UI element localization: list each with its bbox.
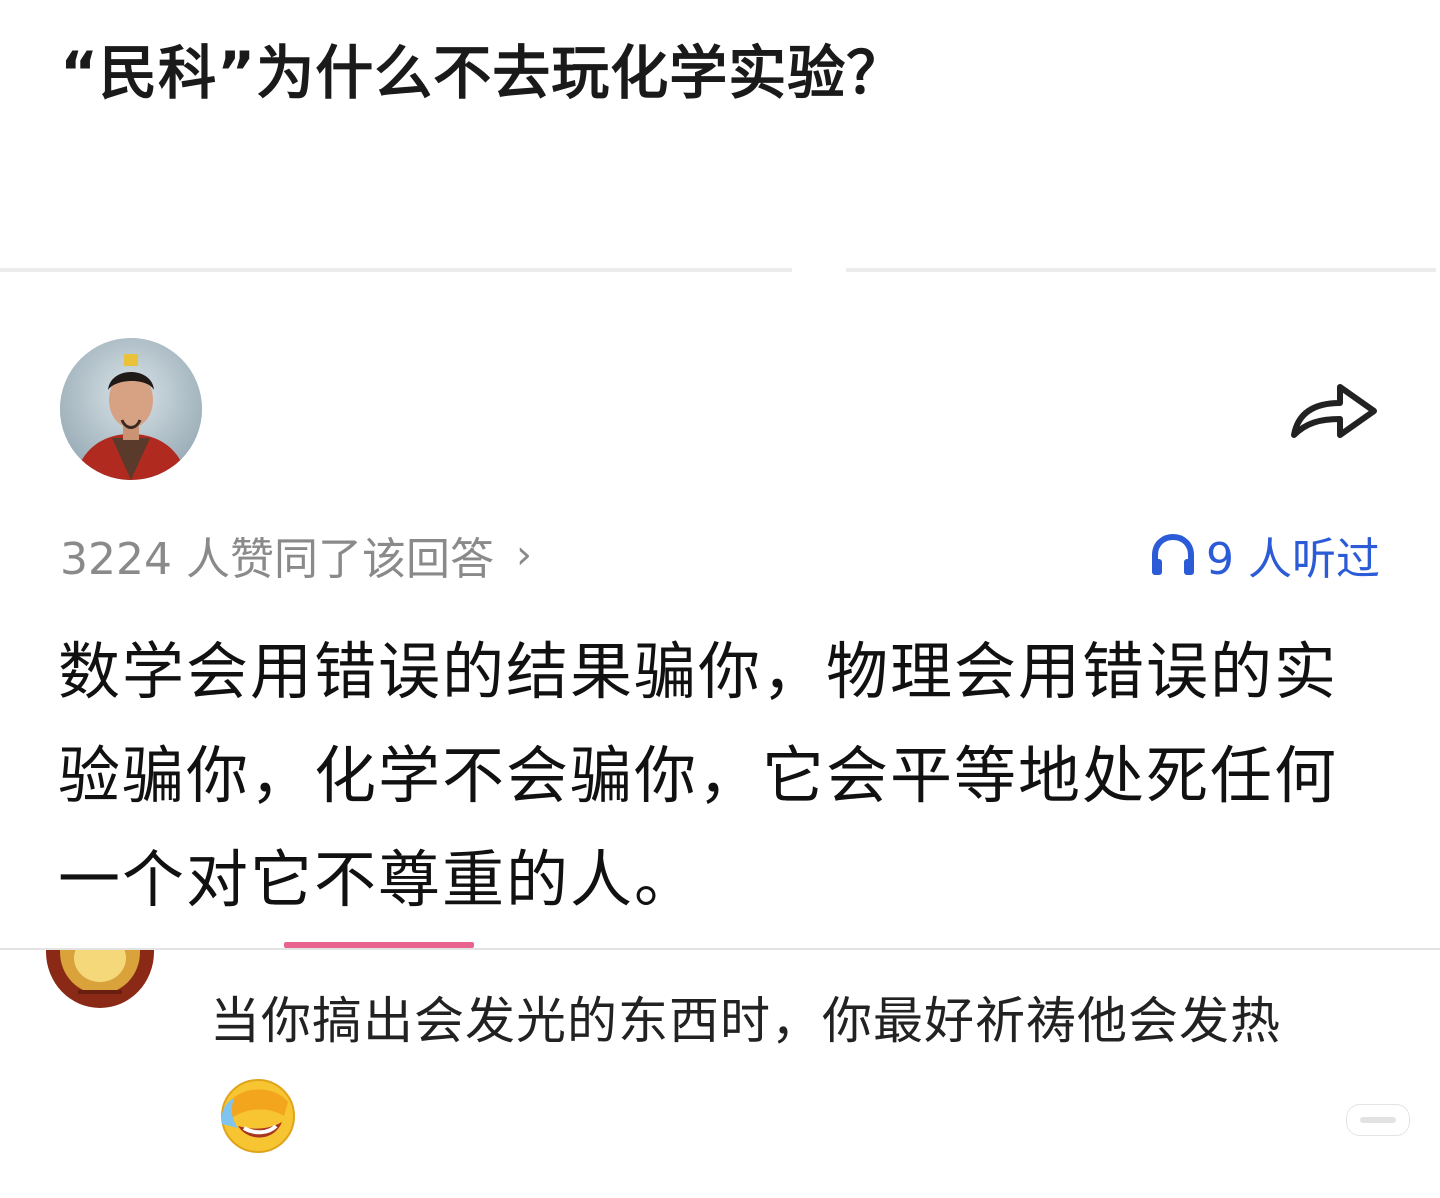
share-button[interactable] — [1284, 366, 1384, 450]
divider-top-left — [0, 268, 792, 272]
commenter-avatar[interactable] — [44, 950, 156, 1010]
divider-bottom — [0, 948, 1440, 950]
votes-text: 3224 人赞同了该回答 — [60, 534, 494, 585]
watermark-logo-icon — [1360, 1117, 1396, 1123]
chevron-right-icon: › — [515, 532, 532, 578]
listen-text: 9 人听过 — [1206, 534, 1380, 585]
laughing-crying-emoji — [218, 1076, 296, 1154]
watermark — [1346, 1104, 1410, 1136]
share-arrow-icon — [1291, 384, 1377, 438]
commenter-avatar-icon — [46, 950, 154, 1008]
author-avatar[interactable] — [60, 338, 202, 480]
laughing-crying-emoji-icon — [221, 1079, 295, 1153]
votes-row[interactable]: 3224 人赞同了该回答 › — [60, 520, 532, 590]
answer-body: 数学会用错误的结果骗你，物理会用错误的实验骗你，化学不会骗你，它会平等地处死任何… — [58, 635, 1339, 916]
listen-row[interactable]: 9 人听过 — [1150, 520, 1380, 590]
author-avatar-icon — [60, 338, 202, 480]
headphones-icon — [1152, 533, 1195, 575]
comment-text: 当你搞出会发光的东西时，你最好祈祷他会发热 — [210, 992, 1281, 1050]
divider-top-right — [846, 268, 1436, 272]
question-title: “民科”为什么不去玩化学实验？ — [60, 39, 906, 107]
